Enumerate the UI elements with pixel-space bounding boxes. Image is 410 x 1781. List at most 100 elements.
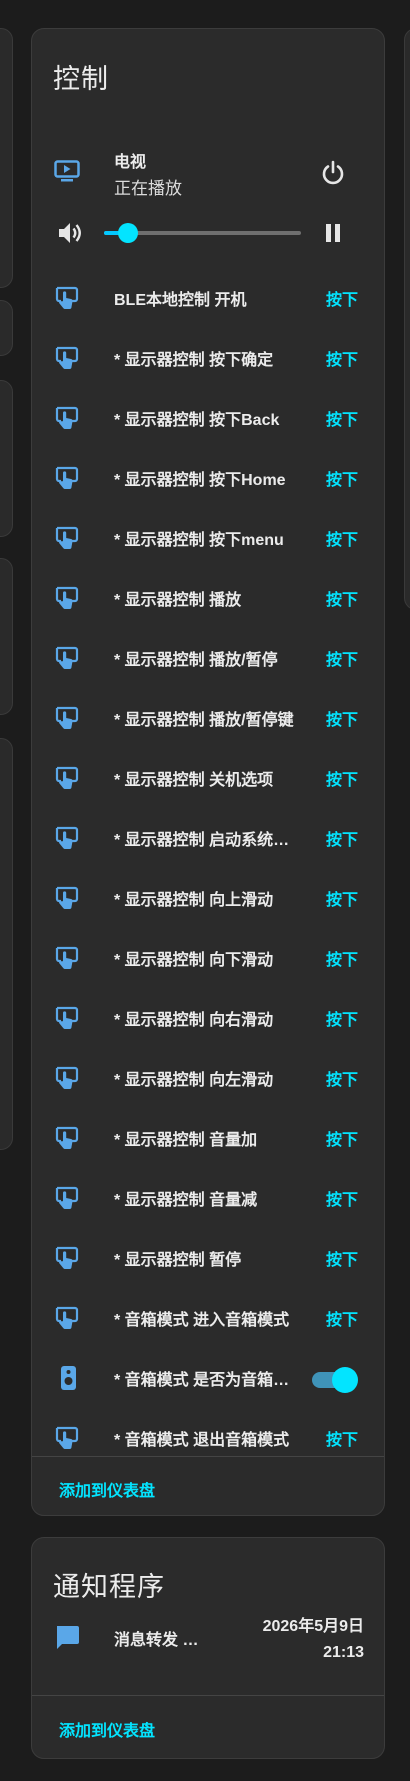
press-button[interactable]: 按下 xyxy=(326,766,358,790)
power-button[interactable] xyxy=(319,159,347,187)
notifier-timestamp: 2026年5月9日 21:13 xyxy=(263,1614,364,1666)
remote-press-icon xyxy=(55,886,79,909)
card-title: 通知程序 xyxy=(53,1572,165,1602)
speaker-mode-toggle[interactable] xyxy=(312,1367,358,1393)
control-rows: BLE本地控制 开机 按下 * 显示器控制 按下确定 按下 * 显示器控制 按下Back… xyxy=(32,267,384,1467)
control-row-label: * 音箱模式 进入音箱模式 xyxy=(114,1312,290,1329)
press-button[interactable]: 按下 xyxy=(326,526,358,550)
remote-press-icon xyxy=(55,1246,79,1269)
volume-icon[interactable] xyxy=(56,219,84,247)
tv-play-icon xyxy=(54,160,80,182)
card-divider xyxy=(32,1695,384,1696)
control-row: * 显示器控制 播放/暂停键 按下 xyxy=(32,687,384,747)
remote-press-icon xyxy=(55,526,79,549)
add-to-dashboard-button[interactable]: 添加到仪表盘 xyxy=(59,1477,155,1501)
control-row-label: * 显示器控制 启动系统设置 xyxy=(114,832,299,849)
control-row-label: * 音箱模式 是否为音箱模式 xyxy=(114,1372,299,1389)
press-button[interactable]: 按下 xyxy=(326,406,358,430)
remote-press-icon xyxy=(55,586,79,609)
control-row-label: * 显示器控制 音量加 xyxy=(114,1132,258,1149)
remote-press-icon xyxy=(55,706,79,729)
toggle-thumb xyxy=(332,1367,358,1393)
control-row: * 显示器控制 按下确定 按下 xyxy=(32,327,384,387)
left-card-4 xyxy=(0,558,13,715)
remote-press-icon xyxy=(55,346,79,369)
press-button[interactable]: 按下 xyxy=(326,586,358,610)
media-player-state: 正在播放 xyxy=(114,179,182,198)
pause-button[interactable] xyxy=(322,222,344,244)
press-button[interactable]: 按下 xyxy=(326,886,358,910)
press-button[interactable]: 按下 xyxy=(326,1126,358,1150)
press-button[interactable]: 按下 xyxy=(326,1246,358,1270)
control-row: * 显示器控制 按下Back 按下 xyxy=(32,387,384,447)
media-player-name: 电视 xyxy=(114,154,147,171)
volume-slider[interactable] xyxy=(104,223,301,243)
control-row: * 显示器控制 播放 按下 xyxy=(32,567,384,627)
control-row: * 显示器控制 按下menu 按下 xyxy=(32,507,384,567)
add-to-dashboard-button[interactable]: 添加到仪表盘 xyxy=(59,1717,155,1741)
control-row-label: * 显示器控制 向上滑动 xyxy=(114,892,274,909)
press-button[interactable]: 按下 xyxy=(326,286,358,310)
press-button[interactable]: 按下 xyxy=(326,946,358,970)
control-row: * 显示器控制 启动系统设置 按下 xyxy=(32,807,384,867)
control-row-label: * 显示器控制 按下menu xyxy=(114,532,284,549)
control-row: * 音箱模式 是否为音箱模式 xyxy=(32,1347,384,1407)
control-row-label: * 显示器控制 按下Home xyxy=(114,472,286,489)
notifier-name: 消息转发 … xyxy=(114,1632,199,1649)
notifier-time: 21:13 xyxy=(323,1644,364,1661)
control-row: * 音箱模式 退出音箱模式 按下 xyxy=(32,1407,384,1467)
notifier-date: 2026年5月9日 xyxy=(262,1618,364,1635)
remote-press-icon xyxy=(55,1186,79,1209)
volume-slider-thumb[interactable] xyxy=(117,223,138,243)
control-row: BLE本地控制 开机 按下 xyxy=(32,267,384,327)
remote-press-icon xyxy=(55,646,79,669)
press-button[interactable]: 按下 xyxy=(326,1006,358,1030)
left-card-1 xyxy=(0,28,13,288)
speaker-icon xyxy=(61,1366,76,1390)
control-row-label: * 显示器控制 音量减 xyxy=(114,1192,258,1209)
control-row: * 显示器控制 音量加 按下 xyxy=(32,1107,384,1167)
remote-press-icon xyxy=(55,766,79,789)
remote-press-icon xyxy=(55,826,79,849)
remote-press-icon xyxy=(55,1126,79,1149)
remote-press-icon xyxy=(55,1006,79,1029)
press-button[interactable]: 按下 xyxy=(326,1426,358,1450)
control-row-label: * 显示器控制 向左滑动 xyxy=(114,1072,274,1089)
remote-press-icon xyxy=(55,286,79,309)
control-row-label: * 显示器控制 按下确定 xyxy=(114,352,274,369)
control-row-label: * 显示器控制 播放/暂停键 xyxy=(114,712,294,729)
left-card-3 xyxy=(0,380,13,537)
control-row: * 显示器控制 向右滑动 按下 xyxy=(32,987,384,1047)
press-button[interactable]: 按下 xyxy=(326,1186,358,1210)
control-row: * 显示器控制 向下滑动 按下 xyxy=(32,927,384,987)
control-row: * 音箱模式 进入音箱模式 按下 xyxy=(32,1287,384,1347)
press-button[interactable]: 按下 xyxy=(326,346,358,370)
press-button[interactable]: 按下 xyxy=(326,646,358,670)
card-divider xyxy=(32,1456,384,1457)
control-row-label: * 显示器控制 播放/暂停 xyxy=(114,652,278,669)
control-row-label: * 音箱模式 退出音箱模式 xyxy=(114,1432,290,1449)
control-row: * 显示器控制 向上滑动 按下 xyxy=(32,867,384,927)
remote-press-icon xyxy=(55,466,79,489)
remote-press-icon xyxy=(55,406,79,429)
control-row: * 显示器控制 按下Home 按下 xyxy=(32,447,384,507)
control-row-label: * 显示器控制 暂停 xyxy=(114,1252,242,1269)
remote-press-icon xyxy=(55,1306,79,1329)
remote-press-icon xyxy=(55,946,79,969)
control-row: * 显示器控制 播放/暂停 按下 xyxy=(32,627,384,687)
control-row-label: * 显示器控制 向下滑动 xyxy=(114,952,274,969)
remote-press-icon xyxy=(55,1066,79,1089)
message-icon xyxy=(57,1626,79,1649)
press-button[interactable]: 按下 xyxy=(326,1066,358,1090)
page: 控制 电视 正在播放 BLE本地控制 开机 按下 * 显示器控制 按下确定 按下 * 显… xyxy=(0,0,410,1781)
press-button[interactable]: 按下 xyxy=(326,1306,358,1330)
control-card: 控制 电视 正在播放 BLE本地控制 开机 按下 * 显示器控制 按下确定 按下 * 显… xyxy=(31,28,385,1516)
card-title: 控制 xyxy=(53,64,109,94)
control-row: * 显示器控制 暂停 按下 xyxy=(32,1227,384,1287)
right-card-1 xyxy=(404,28,410,610)
control-row-label: * 显示器控制 播放 xyxy=(114,592,242,609)
press-button[interactable]: 按下 xyxy=(326,466,358,490)
control-row: * 显示器控制 向左滑动 按下 xyxy=(32,1047,384,1107)
press-button[interactable]: 按下 xyxy=(326,706,358,730)
press-button[interactable]: 按下 xyxy=(326,826,358,850)
